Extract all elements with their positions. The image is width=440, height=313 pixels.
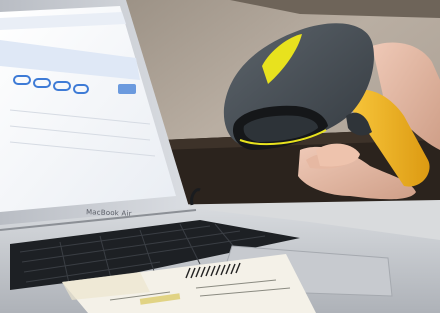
photo-scene: MacBook Air (0, 0, 440, 313)
laptop-brand-label: MacBook Air (85, 208, 132, 218)
